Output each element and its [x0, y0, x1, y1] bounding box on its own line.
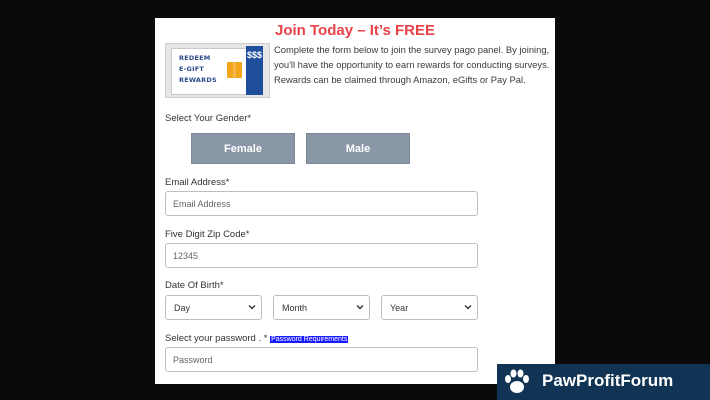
- email-placeholder: Email Address: [173, 198, 231, 209]
- gender-female-button[interactable]: Female: [191, 133, 295, 164]
- gender-male-button[interactable]: Male: [306, 133, 410, 164]
- dob-year-select[interactable]: Year: [381, 295, 478, 320]
- dob-day-select[interactable]: Day: [165, 295, 262, 320]
- watermark-banner: PawProfitForum: [497, 364, 710, 400]
- password-field[interactable]: Password: [165, 347, 478, 372]
- dob-month-select[interactable]: Month: [273, 295, 370, 320]
- chevron-down-icon: [464, 305, 472, 310]
- gender-label: Select Your Gender*: [165, 113, 252, 124]
- intro-text: Complete the form below to join the surv…: [274, 44, 550, 85]
- zip-label: Five Digit Zip Code*: [165, 229, 250, 240]
- form-title: Join Today – It’s FREE: [274, 22, 436, 39]
- zip-field[interactable]: 12345: [165, 243, 478, 268]
- dob-label: Date Of Birth*: [165, 280, 224, 291]
- promo-line-3: REWARDS: [179, 76, 217, 84]
- paw-icon: [505, 369, 529, 393]
- promo-line-1: REDEEM: [179, 54, 211, 62]
- email-label: Email Address*: [165, 177, 230, 188]
- dob-year-value: Year: [390, 302, 409, 313]
- password-label: Select your password . *: [165, 333, 268, 344]
- gift-card: REDEEM E-GIFT REWARDS: [171, 48, 247, 95]
- dob-month-value: Month: [282, 302, 308, 313]
- rewards-promo-image: REDEEM E-GIFT REWARDS $$$: [165, 43, 270, 98]
- password-requirements-link[interactable]: Password Requirements: [270, 336, 349, 343]
- promo-line-2: E-GIFT: [179, 65, 204, 73]
- gift-card-icon: [227, 62, 242, 78]
- watermark-text: PawProfitForum: [542, 371, 674, 390]
- chevron-down-icon: [356, 305, 364, 310]
- chevron-down-icon: [248, 305, 256, 310]
- promo-stub: $$$: [246, 46, 263, 95]
- password-placeholder: Password: [173, 354, 213, 365]
- signup-form-panel: Join Today – It’s FREE REDEEM E-GIFT REW…: [155, 18, 555, 384]
- zip-placeholder: 12345: [173, 250, 199, 261]
- email-field[interactable]: Email Address: [165, 191, 478, 216]
- dob-day-value: Day: [174, 302, 191, 313]
- password-label-row: Select your password . * Password Requir…: [165, 333, 349, 344]
